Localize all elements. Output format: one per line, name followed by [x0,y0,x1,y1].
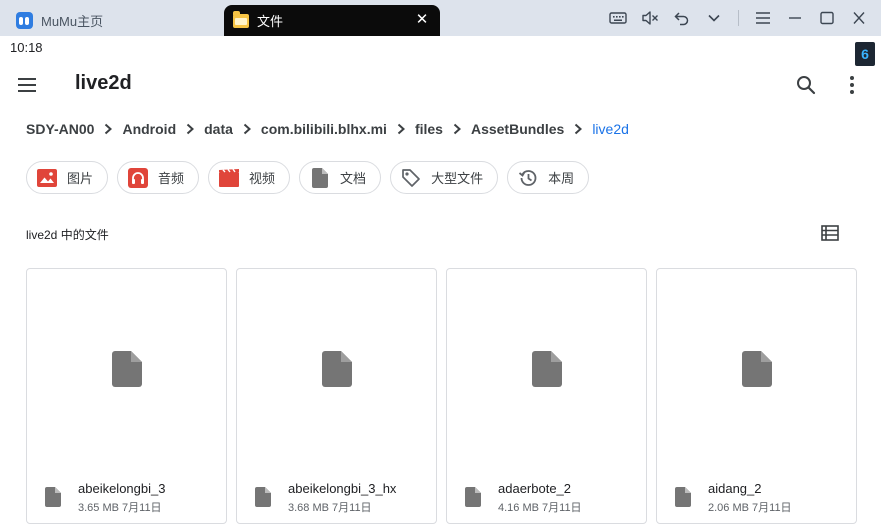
breadcrumb-item-assetbundles[interactable]: AssetBundles [471,121,564,137]
tab-mumu-home-label: MuMu主页 [41,13,104,29]
file-grid: abeikelongbi_3 3.65 MB 7月11日 abeikelongb… [26,268,857,524]
file-card[interactable]: adaerbote_2 4.16 MB 7月11日 [446,268,647,524]
page-title: live2d [75,72,132,94]
app-bar: live2d [0,62,881,108]
file-small-icon [465,487,481,507]
chip-this-week[interactable]: 本周 [507,161,590,194]
back-icon[interactable] [666,0,698,36]
file-meta: 4.16 MB 7月11日 [498,502,582,514]
document-icon [309,167,331,189]
section-title: live2d 中的文件 [26,228,109,242]
chevron-right-icon [387,118,415,140]
image-icon [36,167,58,189]
file-icon [111,351,142,387]
file-icon [531,351,562,387]
search-icon[interactable] [794,73,818,97]
file-thumbnail [447,269,646,469]
chip-video[interactable]: 视频 [208,161,291,194]
file-name: abeikelongbi_3_hx [288,481,397,496]
tab-files[interactable]: 文件 ✕ [224,5,440,36]
history-icon [517,167,539,189]
tab-mumu-home[interactable]: MuMu主页 [0,4,222,36]
mute-icon[interactable] [634,0,666,36]
navigation-menu-icon[interactable] [18,73,42,97]
file-icon [321,351,352,387]
toolbar-divider [738,10,739,26]
file-card[interactable]: aidang_2 2.06 MB 7月11日 [656,268,857,524]
android-status-bar: 10:18 6 [0,36,881,66]
file-thumbnail [657,269,856,469]
hamburger-menu-icon[interactable] [747,0,779,36]
tab-close-icon[interactable]: ✕ [414,12,430,28]
minimize-icon[interactable] [779,0,811,36]
emulator-title-bar: MuMu主页 文件 ✕ [0,0,881,36]
breadcrumb: SDY-AN00 Android data com.bilibili.blhx.… [26,118,629,140]
chip-images[interactable]: 图片 [26,161,109,194]
chevron-right-icon [176,118,204,140]
maximize-icon[interactable] [811,0,843,36]
chevron-down-icon[interactable] [698,0,730,36]
file-meta: 2.06 MB 7月11日 [708,502,792,514]
breadcrumb-item-files[interactable]: files [415,121,443,137]
chip-audio-label: 音频 [158,171,185,186]
file-name: adaerbote_2 [498,481,572,496]
breadcrumb-item-data[interactable]: data [204,121,233,137]
folder-icon [233,10,249,28]
mumu-logo-icon [16,11,33,29]
chip-documents[interactable]: 文档 [299,161,382,194]
list-view-icon[interactable] [820,223,840,243]
chevron-right-icon [443,118,471,140]
file-small-icon [45,487,61,507]
file-small-icon [675,487,691,507]
chip-audio[interactable]: 音频 [117,161,200,194]
chip-video-label: 视频 [249,171,276,186]
file-thumbnail [27,269,226,469]
file-card[interactable]: abeikelongbi_3_hx 3.68 MB 7月11日 [236,268,437,524]
chevron-right-icon [233,118,261,140]
tab-files-label: 文件 [257,14,284,29]
file-card[interactable]: abeikelongbi_3 3.65 MB 7月11日 [26,268,227,524]
file-small-icon [255,487,271,507]
movie-icon [218,167,240,189]
chip-documents-label: 文档 [340,171,367,186]
file-name: aidang_2 [708,481,762,496]
chip-images-label: 图片 [67,171,94,186]
breadcrumb-item-sdy-an00[interactable]: SDY-AN00 [26,121,94,137]
keyboard-icon[interactable] [602,0,634,36]
file-meta: 3.65 MB 7月11日 [78,502,162,514]
file-meta: 3.68 MB 7月11日 [288,502,372,514]
chip-large-files[interactable]: 大型文件 [390,161,499,194]
filter-chips: 图片 音频 视频 文档 大型文件 本周 [26,161,590,194]
tag-icon [400,167,422,189]
more-options-icon[interactable] [840,73,864,97]
chevron-right-icon [564,118,592,140]
status-time: 10:18 [10,40,43,55]
chip-large-files-label: 大型文件 [431,171,484,186]
file-thumbnail [237,269,436,469]
chevron-right-icon [94,118,122,140]
chip-this-week-label: 本周 [548,171,575,186]
file-name: abeikelongbi_3 [78,481,166,496]
breadcrumb-item-live2d[interactable]: live2d [592,121,629,137]
close-window-icon[interactable] [843,0,875,36]
breadcrumb-item-package[interactable]: com.bilibili.blhx.mi [261,121,387,137]
emulator-window-controls [602,0,881,36]
breadcrumb-item-android[interactable]: Android [122,121,176,137]
headphones-icon [127,167,149,189]
file-icon [741,351,772,387]
